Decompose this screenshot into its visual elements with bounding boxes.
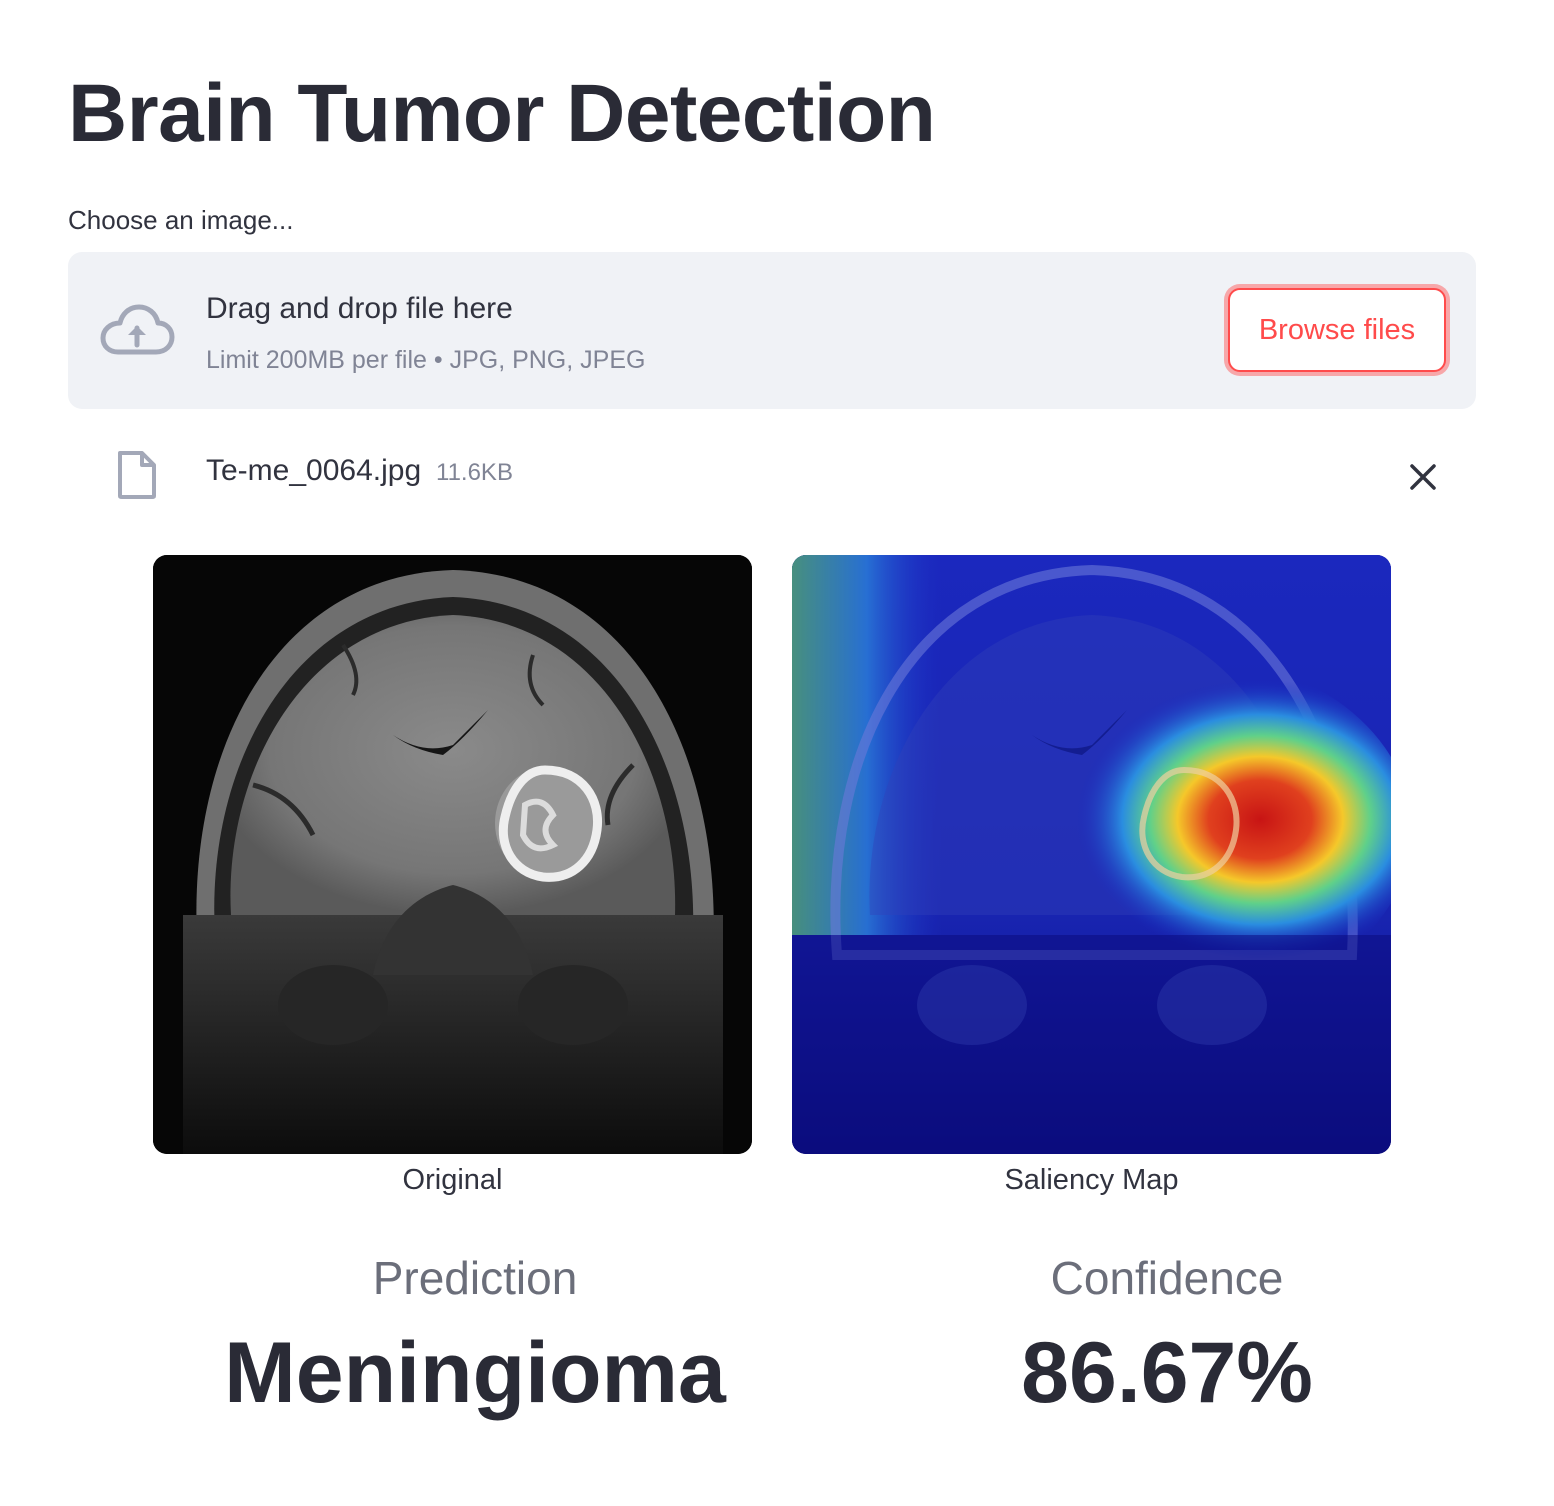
saliency-map-image — [792, 555, 1391, 1154]
file-icon — [118, 451, 156, 499]
confidence-value: 86.67% — [1021, 1325, 1313, 1421]
confidence-label: Confidence — [1050, 1252, 1284, 1304]
dropzone-limit-text: Limit 200MB per file • JPG, PNG, JPEG — [206, 346, 646, 374]
uploader-label: Choose an image... — [68, 205, 294, 235]
saliency-image-caption: Saliency Map — [1004, 1164, 1179, 1196]
uploaded-file-size: 11.6KB — [436, 459, 513, 486]
original-mri-image — [153, 555, 752, 1154]
dropzone-instructions: Drag and drop file here — [206, 292, 513, 325]
original-image-caption: Original — [402, 1164, 503, 1196]
uploaded-file-row: Te-me_0064.jpg 11.6KB — [68, 440, 1476, 510]
cloud-upload-icon — [100, 304, 175, 355]
prediction-label: Prediction — [372, 1252, 578, 1304]
browse-files-button[interactable]: Browse files — [1228, 288, 1446, 372]
uploaded-file-name: Te-me_0064.jpg — [206, 454, 422, 487]
file-dropzone[interactable]: Drag and drop file here Limit 200MB per … — [68, 252, 1476, 409]
close-icon[interactable] — [1406, 460, 1440, 494]
page-title: Brain Tumor Detection — [68, 68, 936, 159]
prediction-value: Meningioma — [224, 1325, 726, 1421]
app-page: Brain Tumor Detection Choose an image...… — [0, 0, 1554, 1506]
